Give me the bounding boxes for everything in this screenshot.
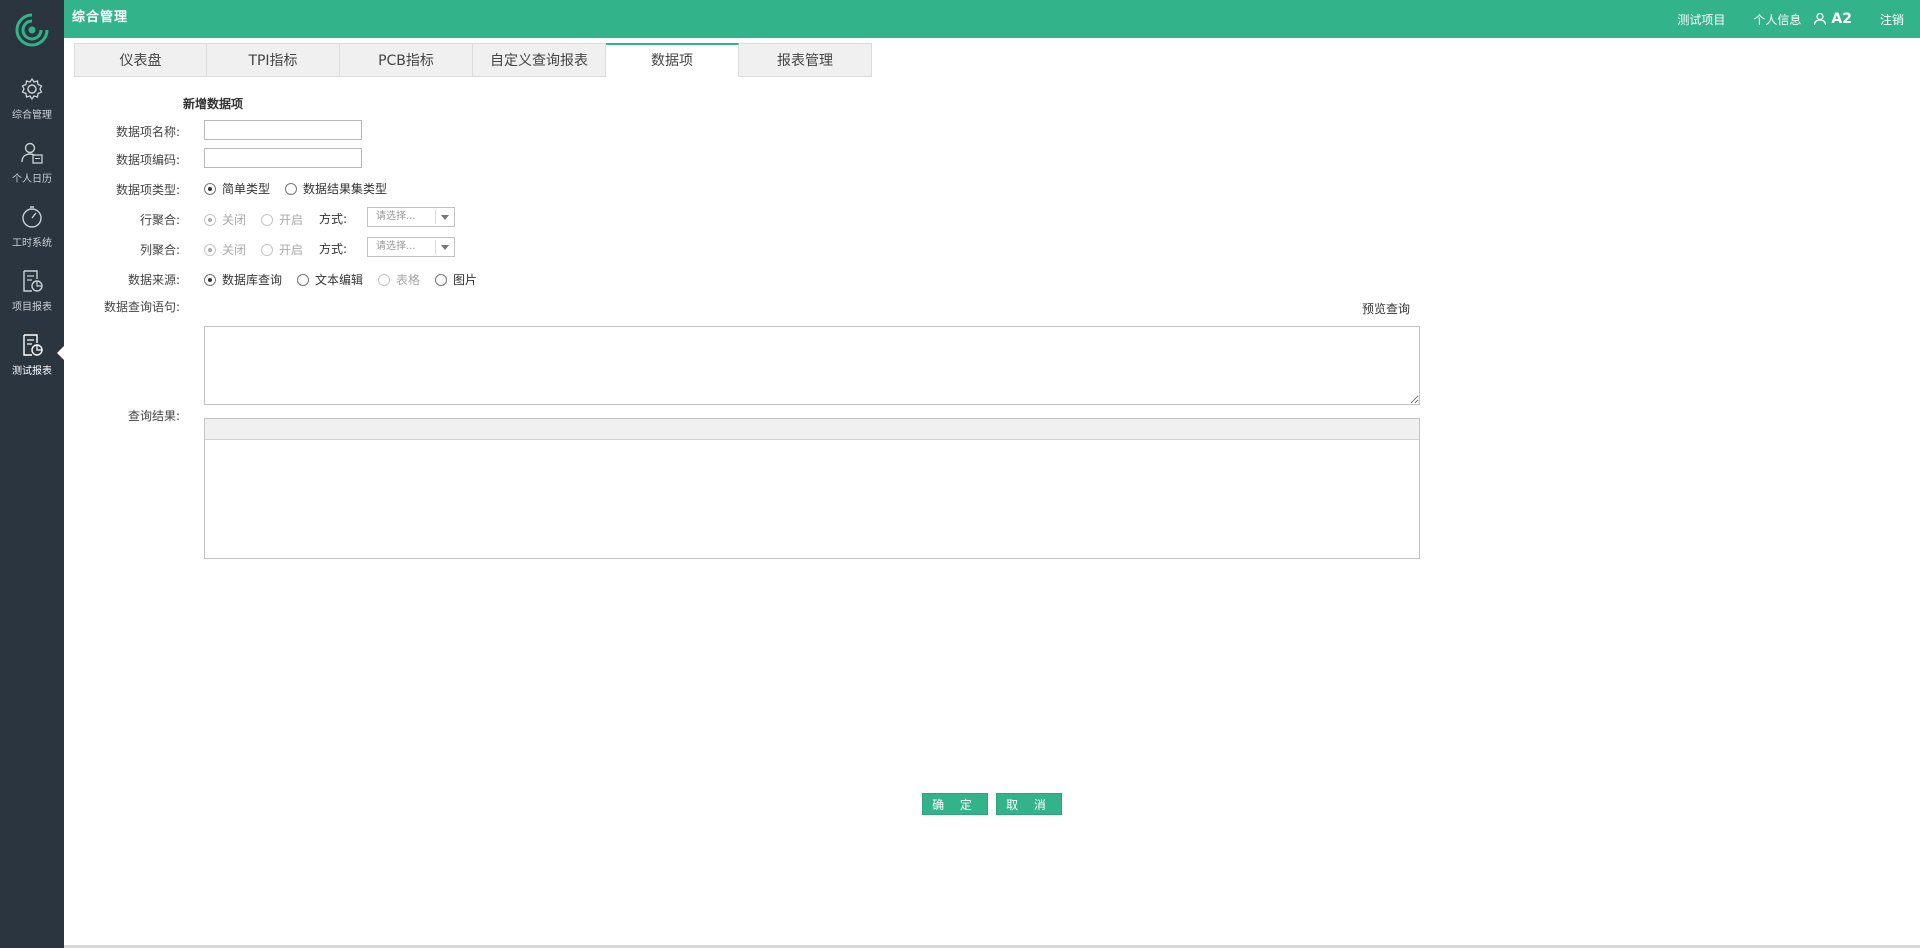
radio-checked-icon [204, 243, 216, 256]
radio-unchecked-icon [285, 182, 297, 195]
top-bar: 综合管理 测试项目 个人信息 A2 注销 [64, 0, 1920, 38]
sidebar-item-label: 项目报表 [12, 302, 52, 313]
sidebar-item-general-management[interactable]: 综合管理 [0, 68, 64, 128]
tab-report-management[interactable]: 报表管理 [739, 43, 872, 77]
code-input[interactable] [204, 148, 362, 168]
radio-label: 数据结果集类型 [303, 182, 388, 196]
user-icon [1814, 12, 1827, 26]
tab-dashboard[interactable]: 仪表盘 [74, 43, 207, 77]
stopwatch-icon [22, 206, 42, 228]
type-label: 数据项类型: [115, 183, 180, 197]
col-agg-label: 列聚合: [139, 243, 180, 257]
select-placeholder: 请选择... [376, 241, 416, 252]
top-bar-actions: 测试项目 个人信息 A2 注销 [1649, 0, 1904, 38]
radio-label: 数据库查询 [222, 273, 283, 287]
radio-label: 开启 [279, 243, 304, 257]
sidebar: 综合管理 个人日历 工时系统 项目报表 测试报表 [0, 0, 64, 948]
user-menu[interactable]: A2 [1813, 11, 1852, 27]
source-radio-table[interactable]: 表格 [378, 271, 420, 288]
sidebar-item-label: 工时系统 [12, 238, 52, 249]
chevron-down-icon [435, 240, 454, 254]
cancel-button[interactable]: 取 消 [996, 793, 1062, 815]
logout-link[interactable]: 注销 [1880, 11, 1904, 28]
source-label: 数据来源: [127, 273, 180, 287]
tab-data-items[interactable]: 数据项 [606, 43, 739, 77]
col-agg-radio-off[interactable]: 关闭 [204, 241, 246, 258]
result-label: 查询结果: [127, 409, 180, 423]
col-agg-mode-select[interactable]: 请选择... [367, 237, 455, 257]
type-radio-resultset[interactable]: 数据结果集类型 [285, 180, 387, 197]
row-agg-label: 行聚合: [139, 213, 180, 227]
sql-textarea[interactable] [204, 326, 1420, 405]
preview-query-link[interactable]: 预览查询 [1362, 300, 1410, 317]
sidebar-item-project-report[interactable]: 项目报表 [0, 260, 64, 320]
app-logo-icon[interactable] [0, 0, 64, 60]
radio-checked-icon [204, 273, 216, 286]
radio-label: 简单类型 [222, 182, 271, 196]
col-agg-mode-label: 方式: [319, 242, 348, 256]
report-chart-icon [23, 334, 43, 356]
sidebar-item-label: 个人日历 [12, 174, 52, 185]
source-radio-text-edit[interactable]: 文本编辑 [297, 271, 363, 288]
user-calendar-icon [21, 142, 43, 164]
tab-pcb-metrics[interactable]: PCB指标 [340, 43, 473, 77]
query-result-grid[interactable] [204, 418, 1420, 559]
radio-unchecked-icon [261, 243, 273, 256]
sidebar-item-timesheet[interactable]: 工时系统 [0, 196, 64, 256]
radio-checked-icon [204, 182, 216, 195]
row-agg-radio-on[interactable]: 开启 [261, 211, 303, 228]
col-agg-radio-on[interactable]: 开启 [261, 241, 303, 258]
tab-tpi-metrics[interactable]: TPI指标 [207, 43, 340, 77]
type-radio-simple[interactable]: 简单类型 [204, 180, 270, 197]
sidebar-item-label: 测试报表 [12, 366, 52, 377]
confirm-button[interactable]: 确 定 [922, 793, 988, 815]
sidebar-item-test-report[interactable]: 测试报表 [0, 324, 64, 384]
project-link[interactable]: 测试项目 [1677, 11, 1725, 28]
radio-unchecked-icon [378, 273, 390, 286]
profile-link[interactable]: 个人信息 [1753, 11, 1801, 28]
source-radio-image[interactable]: 图片 [435, 271, 477, 288]
report-chart-icon [23, 270, 43, 292]
sql-label: 数据查询语句: [103, 300, 180, 314]
select-placeholder: 请选择... [376, 211, 416, 222]
tab-custom-query-report[interactable]: 自定义查询报表 [473, 43, 606, 77]
radio-unchecked-icon [297, 273, 309, 286]
name-label: 数据项名称: [115, 125, 180, 139]
gear-icon [21, 77, 43, 101]
sidebar-item-personal-calendar[interactable]: 个人日历 [0, 132, 64, 192]
chevron-down-icon [435, 210, 454, 224]
row-agg-mode-select[interactable]: 请选择... [367, 207, 455, 227]
radio-label: 关闭 [222, 213, 247, 227]
app-title: 综合管理 [72, 10, 129, 25]
radio-label: 关闭 [222, 243, 247, 257]
form-title: 新增数据项 [183, 97, 244, 111]
radio-label: 图片 [453, 273, 478, 287]
username: A2 [1831, 11, 1852, 27]
row-agg-radio-off[interactable]: 关闭 [204, 211, 246, 228]
row-agg-mode-label: 方式: [319, 212, 348, 226]
source-radio-db-query[interactable]: 数据库查询 [204, 271, 282, 288]
radio-unchecked-icon [435, 273, 447, 286]
active-indicator [57, 346, 64, 360]
result-grid-header [205, 419, 1419, 440]
radio-label: 开启 [279, 213, 304, 227]
tab-bar: 仪表盘 TPI指标 PCB指标 自定义查询报表 数据项 报表管理 [74, 43, 872, 78]
sidebar-item-label: 综合管理 [12, 110, 52, 121]
name-input[interactable] [204, 120, 362, 140]
code-label: 数据项编码: [115, 153, 180, 167]
radio-label: 表格 [396, 273, 421, 287]
radio-unchecked-icon [261, 213, 273, 226]
radio-label: 文本编辑 [315, 273, 364, 287]
radio-checked-icon [204, 213, 216, 226]
